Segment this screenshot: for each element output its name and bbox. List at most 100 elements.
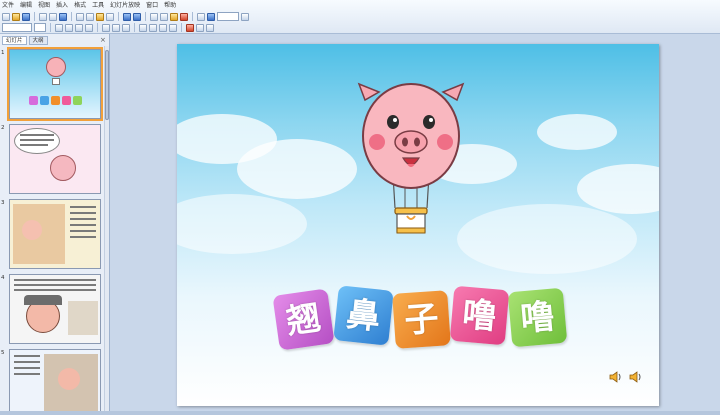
toolbar-divider: [145, 12, 146, 21]
menu-tools[interactable]: 工具: [92, 1, 104, 10]
new-icon[interactable]: [2, 12, 10, 21]
menu-file[interactable]: 文件: [2, 1, 14, 10]
powerpoint-window: 文件 编辑 视图 插入 格式 工具 幻灯片放映 窗口 帮助 幻灯片 大纲 × 1…: [0, 0, 720, 415]
text-line: [14, 361, 40, 363]
character-card[interactable]: 子: [392, 290, 451, 349]
slide-number: 5: [1, 350, 5, 356]
card-character: 噜: [460, 294, 499, 337]
pig-balloon-icon[interactable]: [355, 80, 467, 240]
text-line: [70, 230, 96, 232]
menu-bar: 文件 编辑 视图 插入 格式 工具 幻灯片放映 窗口 帮助: [2, 1, 176, 10]
speaker-icon[interactable]: [629, 371, 643, 383]
toolbar-divider: [71, 12, 72, 21]
open-icon[interactable]: [12, 12, 20, 21]
slide-thumbnail-1[interactable]: 1: [0, 47, 104, 123]
align-center-icon[interactable]: [112, 23, 120, 32]
slides-panel: 幻灯片 大纲 × 1 2 3 4 5: [0, 34, 110, 415]
undo-icon[interactable]: [123, 12, 131, 21]
save-icon[interactable]: [22, 12, 30, 21]
bold-icon[interactable]: [55, 23, 63, 32]
thought-bubble: [14, 128, 60, 154]
character-card[interactable]: 鼻: [333, 285, 394, 346]
cloud: [457, 204, 637, 274]
format-painter-icon[interactable]: [106, 12, 114, 21]
close-icon[interactable]: ×: [100, 37, 106, 44]
tab-outline[interactable]: 大纲: [28, 36, 48, 45]
italic-icon[interactable]: [65, 23, 73, 32]
bullets-icon[interactable]: [149, 23, 157, 32]
shadow-icon[interactable]: [85, 23, 93, 32]
title-cards: 翘 鼻 子 噜 噜: [272, 285, 574, 351]
picture-icon[interactable]: [170, 12, 178, 21]
toolbar-divider: [192, 12, 193, 21]
tab-slides[interactable]: 幻灯片: [2, 36, 27, 45]
text-line: [70, 212, 96, 214]
slide-number: 4: [1, 275, 5, 281]
font-color-icon[interactable]: [186, 23, 194, 32]
toolbar: 文件 编辑 视图 插入 格式 工具 幻灯片放映 窗口 帮助: [0, 0, 720, 34]
toolbar-divider: [97, 23, 98, 32]
illustration: [68, 301, 98, 335]
text-line: [14, 355, 40, 357]
font-size-select[interactable]: [34, 23, 46, 32]
paste-icon[interactable]: [96, 12, 104, 21]
character-card[interactable]: 翘: [272, 288, 335, 351]
slide-thumbnail-3[interactable]: 3: [0, 199, 104, 273]
panel-tabs: 幻灯片 大纲: [2, 36, 48, 45]
table-icon[interactable]: [160, 12, 168, 21]
menu-help[interactable]: 帮助: [164, 1, 176, 10]
menu-insert[interactable]: 插入: [56, 1, 68, 10]
align-right-icon[interactable]: [122, 23, 130, 32]
font-select[interactable]: [2, 23, 32, 32]
decrease-font-icon[interactable]: [169, 23, 177, 32]
menu-window[interactable]: 窗口: [146, 1, 158, 10]
character-card[interactable]: 噜: [507, 287, 568, 348]
redo-icon[interactable]: [133, 12, 141, 21]
slide-thumbnail-4[interactable]: 4: [0, 274, 104, 348]
align-left-icon[interactable]: [102, 23, 110, 32]
spelling-icon[interactable]: [59, 12, 67, 21]
menu-format[interactable]: 格式: [74, 1, 86, 10]
help-icon[interactable]: [241, 12, 249, 21]
zoom-select[interactable]: [217, 12, 239, 21]
toolbar-divider: [34, 12, 35, 21]
grid-icon[interactable]: [197, 12, 205, 21]
increase-font-icon[interactable]: [159, 23, 167, 32]
basket-icon: [52, 78, 60, 85]
slide-preview: [9, 349, 101, 415]
preview-icon[interactable]: [49, 12, 57, 21]
scrollbar-thumb[interactable]: [105, 50, 109, 120]
card-thumb: [62, 96, 71, 105]
slide-thumbnail-5[interactable]: 5: [0, 349, 104, 415]
underline-icon[interactable]: [75, 23, 83, 32]
pig-icon: [58, 368, 80, 390]
text-line: [14, 367, 40, 369]
cut-icon[interactable]: [76, 12, 84, 21]
cloud: [537, 114, 617, 150]
text-line: [20, 134, 54, 136]
copy-icon[interactable]: [86, 12, 94, 21]
panel-scrollbar[interactable]: [104, 46, 109, 412]
text-line: [20, 139, 54, 141]
hyperlink-icon[interactable]: [180, 12, 188, 21]
color-icon[interactable]: [207, 12, 215, 21]
speaker-icon[interactable]: [609, 371, 623, 383]
text-line: [70, 236, 96, 238]
numbering-icon[interactable]: [139, 23, 147, 32]
chart-icon[interactable]: [150, 12, 158, 21]
menu-slideshow[interactable]: 幻灯片放映: [110, 1, 140, 10]
text-line: [20, 144, 48, 146]
slide-thumbnail-2[interactable]: 2: [0, 124, 104, 198]
new-slide-icon[interactable]: [206, 23, 214, 32]
print-icon[interactable]: [39, 12, 47, 21]
card-character: 鼻: [344, 293, 383, 338]
menu-edit[interactable]: 编辑: [20, 1, 32, 10]
menu-view[interactable]: 视图: [38, 1, 50, 10]
current-slide[interactable]: 翘 鼻 子 噜 噜: [177, 44, 659, 406]
card-thumb: [51, 96, 60, 105]
design-icon[interactable]: [196, 23, 204, 32]
horizontal-scrollbar[interactable]: [0, 411, 720, 415]
cloud: [177, 194, 307, 254]
text-line: [14, 373, 40, 375]
character-card[interactable]: 噜: [449, 285, 510, 346]
